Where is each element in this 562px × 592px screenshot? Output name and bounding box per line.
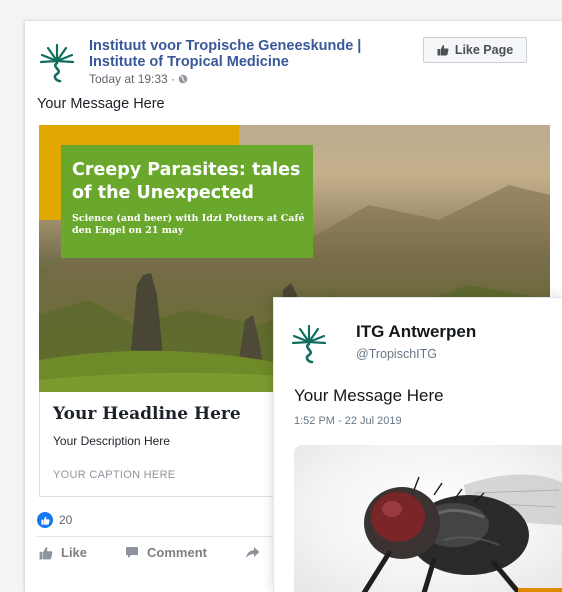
like-label: Like	[61, 545, 88, 560]
thumbs-up-icon	[39, 546, 53, 559]
account-handle[interactable]: @TropischITG	[356, 347, 437, 361]
thumbs-up-icon	[437, 44, 449, 56]
reaction-count: 20	[59, 513, 73, 527]
share-button[interactable]	[245, 545, 260, 560]
banner-title: Creepy Parasites: tales of the Unexpecte…	[72, 160, 301, 203]
like-button[interactable]: Like	[39, 545, 87, 560]
post-timestamp[interactable]: Today at 19:33 ·	[89, 72, 175, 86]
itg-logo-icon[interactable]	[39, 41, 75, 85]
reaction-summary[interactable]: 20	[37, 512, 72, 528]
link-description: Your Description Here	[53, 434, 170, 448]
share-icon	[245, 547, 260, 558]
post-actions: Like Comment	[39, 545, 260, 560]
link-headline: Your Headline Here	[53, 404, 241, 424]
like-reaction-icon	[37, 512, 53, 528]
comment-button[interactable]: Comment	[125, 545, 207, 560]
post-meta: Today at 19:33 ·	[89, 72, 188, 86]
tweet-image[interactable]	[294, 445, 562, 592]
twitter-post-card: ITG Antwerpen @TropischITG Your Message …	[273, 297, 562, 592]
account-name[interactable]: ITG Antwerpen	[356, 322, 476, 342]
like-page-label: Like Page	[454, 43, 514, 57]
event-banner: Creepy Parasites: tales of the Unexpecte…	[61, 145, 313, 258]
orange-accent	[518, 588, 562, 592]
like-page-button[interactable]: Like Page	[423, 37, 527, 63]
post-message: Your Message Here	[37, 96, 165, 112]
comment-label: Comment	[147, 545, 207, 560]
fly-photo	[361, 474, 562, 592]
link-caption: YOUR CAPTION HERE	[53, 469, 176, 481]
globe-icon	[178, 74, 188, 84]
comment-icon	[126, 547, 139, 558]
banner-subtitle: Science (and beer) with Idzi Potters at …	[72, 213, 305, 236]
tweet-timestamp[interactable]: 1:52 PM - 22 Jul 2019	[294, 415, 402, 427]
itg-logo-icon[interactable]	[291, 321, 327, 367]
page-name-link[interactable]: Instituut voor Tropische Geneeskunde | I…	[89, 38, 409, 70]
tweet-message: Your Message Here	[294, 386, 444, 405]
